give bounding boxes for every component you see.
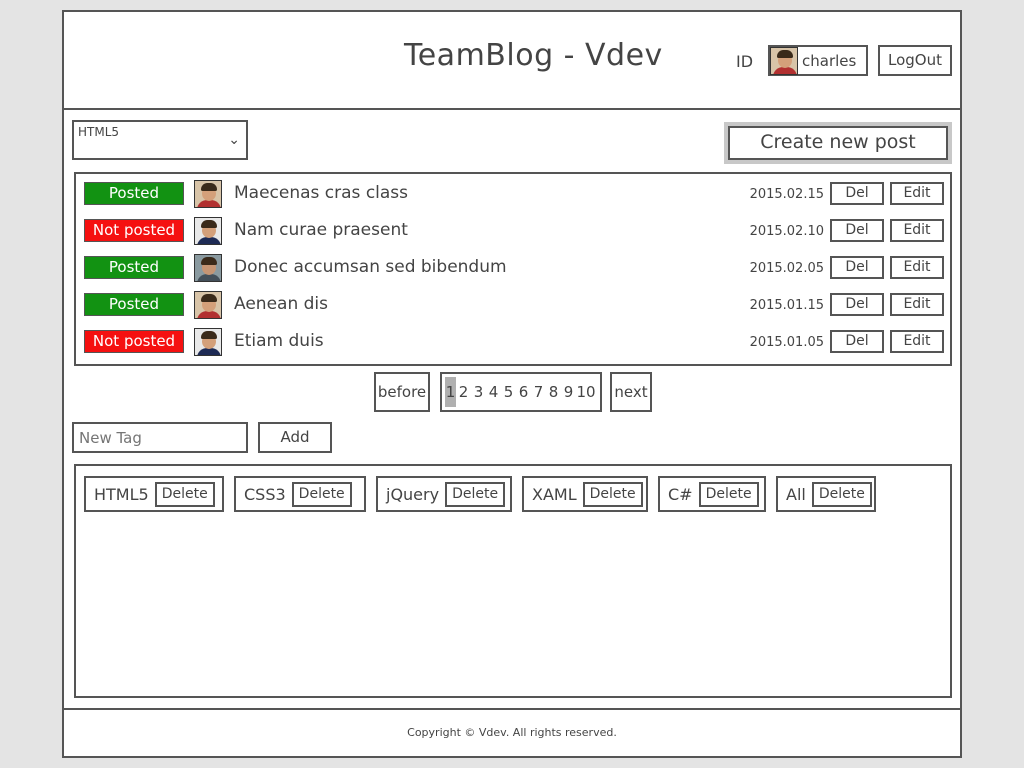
post-title-link[interactable]: Maecenas cras class [234, 183, 408, 203]
tag-name: XAML [532, 484, 577, 504]
user-name: charles [802, 51, 857, 70]
copyright-text: Copyright © Vdev. All rights reserved. [407, 726, 617, 739]
tag-name: jQuery [386, 484, 440, 504]
post-row: Posted Donec accumsan sed bibendum 2015.… [76, 250, 950, 282]
tag-chip: XAML Delete [522, 476, 648, 512]
avatar [770, 46, 798, 75]
footer: Copyright © Vdev. All rights reserved. [64, 708, 960, 756]
delete-tag-button[interactable]: Delete [154, 481, 215, 507]
post-row: Not posted Nam curae praesent 2015.02.10… [76, 213, 950, 245]
post-date: 2015.02.15 [749, 187, 824, 202]
post-title-link[interactable]: Aenean dis [234, 294, 328, 314]
edit-post-button[interactable]: Edit [890, 330, 944, 353]
tag-chip: jQuery Delete [376, 476, 512, 512]
header: TeamBlog - Vdev ID charles LogOut [64, 12, 960, 110]
edit-post-button[interactable]: Edit [890, 219, 944, 242]
delete-tag-button[interactable]: Delete [811, 481, 872, 507]
delete-post-button[interactable]: Del [830, 256, 884, 279]
post-date: 2015.01.15 [749, 298, 824, 313]
create-post-button[interactable]: Create new post [724, 122, 952, 164]
delete-tag-button[interactable]: Delete [445, 481, 506, 507]
edit-post-button[interactable]: Edit [890, 256, 944, 279]
page-link[interactable]: 10 [576, 383, 596, 401]
page-link[interactable]: 7 [531, 383, 546, 401]
page-title: TeamBlog - Vdev [404, 38, 663, 73]
id-label: ID [736, 52, 754, 71]
tag-name: C# [668, 484, 693, 504]
delete-tag-button[interactable]: Delete [582, 481, 643, 507]
page-link[interactable]: 2 [456, 383, 471, 401]
status-badge: Not posted [84, 330, 184, 353]
page-link[interactable]: 5 [501, 383, 516, 401]
page-link[interactable]: 6 [516, 383, 531, 401]
new-tag-input[interactable] [72, 422, 248, 453]
add-tag-button[interactable]: Add [258, 422, 332, 453]
page-link[interactable]: 9 [561, 383, 576, 401]
delete-post-button[interactable]: Del [830, 293, 884, 316]
delete-post-button[interactable]: Del [830, 182, 884, 205]
delete-tag-button[interactable]: Delete [698, 481, 759, 507]
post-date: 2015.01.05 [749, 335, 824, 350]
app-frame: TeamBlog - Vdev ID charles LogOut HTML5 … [62, 10, 962, 758]
avatar [194, 180, 222, 208]
delete-tag-button[interactable]: Delete [291, 481, 352, 507]
page-link[interactable]: 4 [486, 383, 501, 401]
tag-filter-select[interactable]: HTML5 ⌄ [72, 120, 248, 160]
post-row: Posted Maecenas cras class 2015.02.15 De… [76, 176, 950, 208]
post-date: 2015.02.05 [749, 261, 824, 276]
tag-name: All [786, 484, 806, 504]
tag-filter-value: HTML5 [78, 125, 120, 139]
avatar [194, 291, 222, 319]
tag-name: CSS3 [244, 484, 286, 504]
post-title-link[interactable]: Nam curae praesent [234, 220, 408, 240]
page-link[interactable]: 8 [546, 383, 561, 401]
tag-list: HTML5 Delete CSS3 Delete jQuery Delete X… [74, 464, 952, 698]
post-row: Posted Aenean dis 2015.01.15 Del Edit [76, 287, 950, 319]
avatar [194, 254, 222, 282]
post-row: Not posted Etiam duis 2015.01.05 Del Edi… [76, 324, 950, 356]
user-profile-button[interactable]: charles [768, 45, 868, 76]
post-date: 2015.02.10 [749, 224, 824, 239]
edit-post-button[interactable]: Edit [890, 182, 944, 205]
tag-chip: All Delete [776, 476, 876, 512]
page-link-current[interactable]: 1 [445, 377, 456, 407]
status-badge: Not posted [84, 219, 184, 242]
delete-post-button[interactable]: Del [830, 330, 884, 353]
create-post-label: Create new post [728, 126, 948, 160]
page-link[interactable]: 3 [471, 383, 486, 401]
post-title-link[interactable]: Donec accumsan sed bibendum [234, 257, 507, 277]
pagination-before-button[interactable]: before [374, 372, 430, 412]
tag-chip: CSS3 Delete [234, 476, 366, 512]
post-list: Posted Maecenas cras class 2015.02.15 De… [74, 172, 952, 366]
pagination-pages: 1 2 3 4 5 6 7 8 9 10 [440, 372, 602, 412]
avatar [194, 217, 222, 245]
avatar [194, 328, 222, 356]
tag-name: HTML5 [94, 484, 149, 504]
status-badge: Posted [84, 293, 184, 316]
tag-chip: HTML5 Delete [84, 476, 224, 512]
logout-button[interactable]: LogOut [878, 45, 952, 76]
delete-post-button[interactable]: Del [830, 219, 884, 242]
status-badge: Posted [84, 256, 184, 279]
status-badge: Posted [84, 182, 184, 205]
post-title-link[interactable]: Etiam duis [234, 331, 324, 351]
pagination-next-button[interactable]: next [610, 372, 652, 412]
tag-chip: C# Delete [658, 476, 766, 512]
edit-post-button[interactable]: Edit [890, 293, 944, 316]
chevron-down-icon: ⌄ [228, 132, 240, 148]
